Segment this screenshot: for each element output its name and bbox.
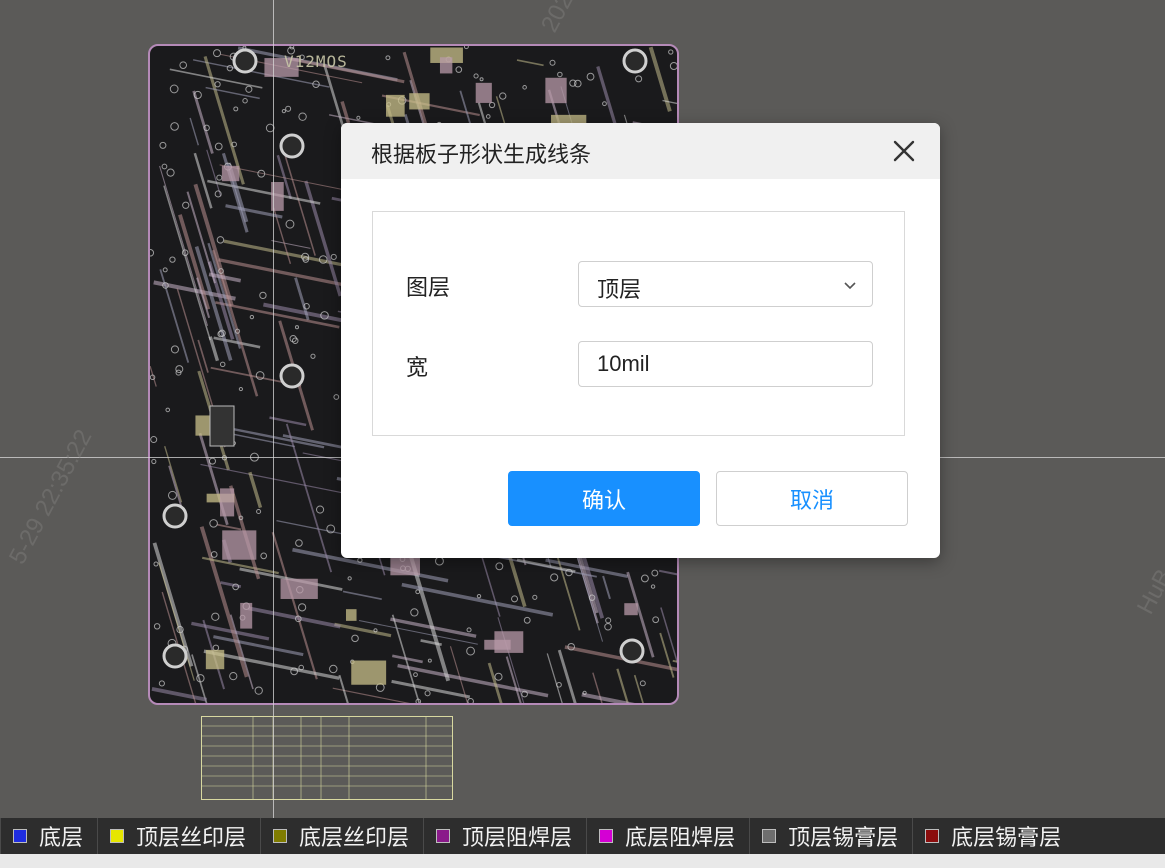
layer-tab[interactable]: 底层丝印层 [260,818,423,854]
layer-tab[interactable]: 底层 [0,818,97,854]
width-input[interactable] [578,341,873,387]
layer-tab-label: 底层阻焊层 [625,826,736,851]
layer-color-swatch [436,829,451,843]
layer-color-swatch [762,829,777,843]
layer-select[interactable]: 顶层 [578,261,873,307]
watermark: 5-29 22:35:22 [4,425,98,569]
layer-tab[interactable]: 顶层阻焊层 [423,818,586,854]
layer-color-swatch [110,829,125,843]
layer-color-swatch [13,829,27,843]
dialog-header: 根据板子形状生成线条 [341,123,940,179]
layer-tab[interactable]: 底层阻焊层 [586,818,749,854]
close-icon[interactable] [890,137,918,165]
layer-tab-label: 底层 [39,826,84,851]
form-panel: 图层 顶层 宽 [372,211,905,436]
crosshair-vertical [273,0,274,818]
layer-label: 图层 [406,276,451,301]
layer-color-swatch [273,829,288,843]
layer-tabs-bar: 底层 顶层丝印层 底层丝印层 顶层阻焊层 底层阻焊层 顶层锡膏层 底层锡膏层 [0,818,1165,854]
chevron-down-icon [844,282,856,290]
cancel-button[interactable]: 取消 [716,471,908,526]
width-label: 宽 [406,356,429,381]
layer-tab-label: 底层丝印层 [299,826,410,851]
layer-color-swatch [599,829,614,843]
watermark: HuB [1132,564,1165,619]
confirm-button[interactable]: 确认 [508,471,700,526]
status-bar [0,854,1165,868]
layer-tab[interactable]: 顶层丝印层 [97,818,260,854]
layer-tab-label: 顶层锡膏层 [788,826,899,851]
layer-tab-label: 顶层阻焊层 [462,826,573,851]
layer-tab-label: 底层锡膏层 [951,826,1062,851]
layer-tab-label: 顶层丝印层 [136,826,247,851]
layer-tab[interactable]: 顶层锡膏层 [749,818,912,854]
dialog-title: 根据板子形状生成线条 [371,143,592,168]
layer-select-value: 顶层 [597,278,642,303]
watermark: 2022-05-29 22:35:22 [536,0,665,37]
generate-outline-dialog: 根据板子形状生成线条 图层 顶层 宽 确认 取消 [341,123,940,558]
layer-color-swatch [925,829,940,843]
board-info-table [201,716,453,800]
layer-tab[interactable]: 底层锡膏层 [912,818,1075,854]
board-silk-label: V12MOS [284,52,348,71]
